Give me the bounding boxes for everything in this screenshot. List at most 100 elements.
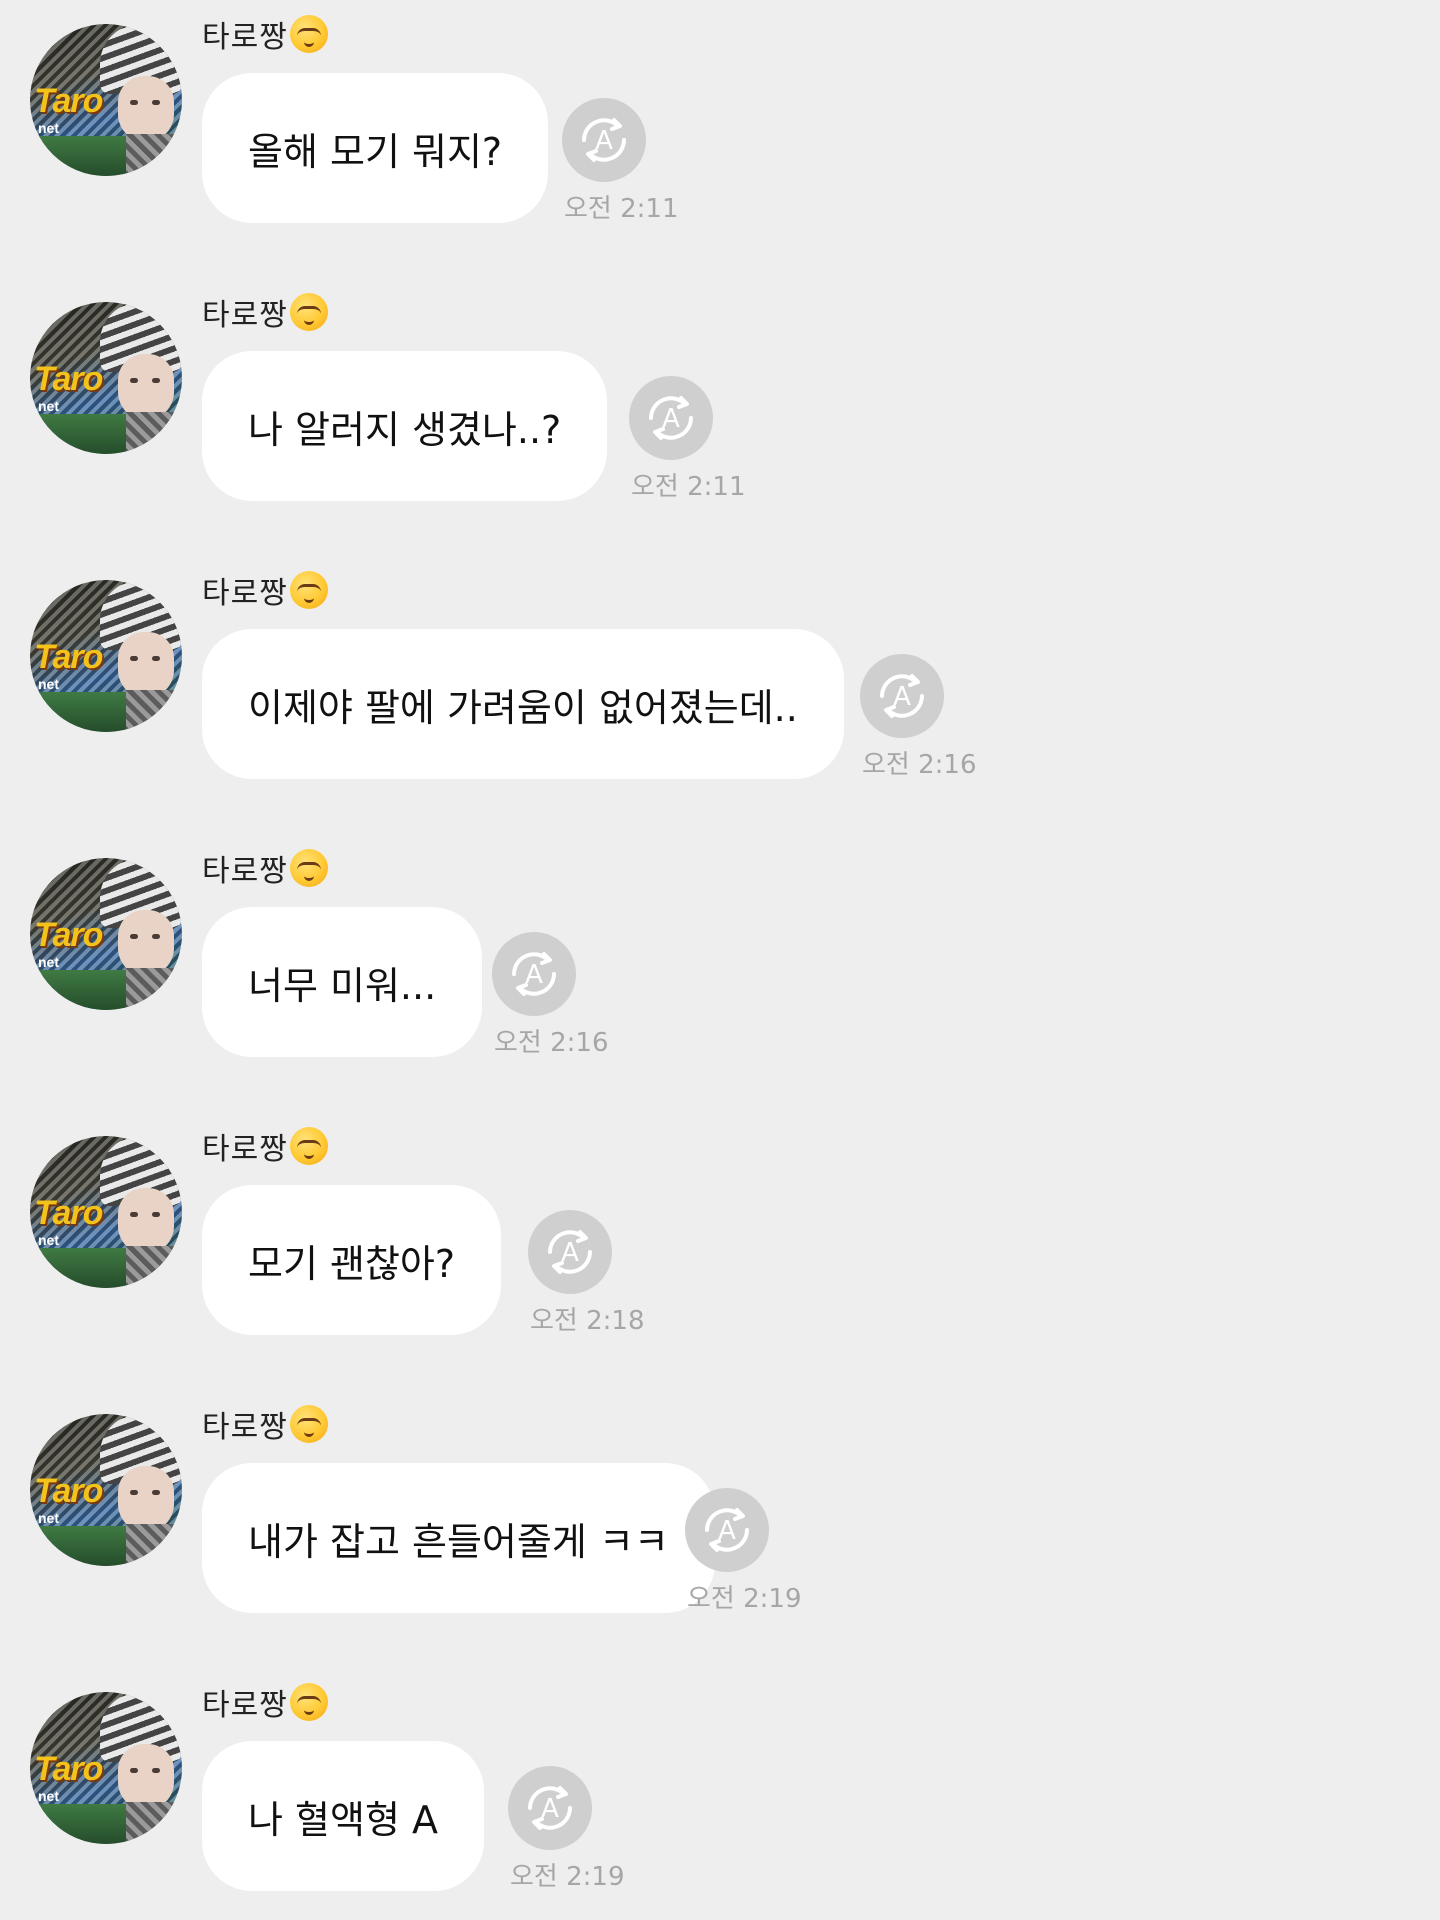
sender-name[interactable]: 타로짱 <box>202 290 328 334</box>
message-bubble[interactable]: 나 혈액형 A <box>202 1741 484 1891</box>
message-text: 이제야 팔에 가려움이 없어졌는데.. <box>248 685 798 730</box>
avatar-scarf <box>126 968 182 1010</box>
avatar-poster <box>30 970 126 1010</box>
message-text: 내가 잡고 흔들어줄게 ㅋㅋ <box>248 1519 669 1564</box>
avatar-face <box>118 910 174 976</box>
message-bubble[interactable]: 나 알러지 생겼나..? <box>202 351 608 501</box>
message-time: 오전 2:19 <box>510 1862 625 1892</box>
avatar-logo-sub: net <box>38 120 59 136</box>
sender-name-text: 타로짱 <box>202 854 288 889</box>
avatar-face <box>118 354 174 420</box>
avatar[interactable]: Taro net <box>30 1136 182 1288</box>
avatar-logo: Taro <box>34 82 103 120</box>
message-time: 오전 2:11 <box>631 472 746 502</box>
sender-name[interactable]: 타로짱 <box>202 1124 328 1168</box>
avatar-face <box>118 1466 174 1532</box>
smirking-face-icon <box>289 1683 328 1721</box>
auto-translate-letter: A <box>595 126 613 156</box>
auto-translate-letter: A <box>541 1794 559 1824</box>
smirking-face-icon <box>289 849 328 887</box>
message-meta: A 오전 2:18 <box>528 1210 645 1340</box>
message-text: 올해 모기 뭐지? <box>248 129 503 174</box>
auto-translate-icon[interactable]: A <box>562 98 646 182</box>
avatar-face <box>118 632 174 698</box>
message-text: 나 혈액형 A <box>248 1797 438 1842</box>
smirking-face-icon <box>289 1405 328 1443</box>
smirking-face-icon <box>289 15 328 53</box>
message-time: 오전 2:18 <box>530 1306 645 1336</box>
message-meta: A 오전 2:11 <box>562 98 679 228</box>
message-text: 너무 미워... <box>248 963 437 1008</box>
message-text: 모기 괜찮아? <box>248 1241 456 1286</box>
sender-name-text: 타로짱 <box>202 576 288 611</box>
message-bubble[interactable]: 모기 괜찮아? <box>202 1185 502 1335</box>
auto-translate-letter: A <box>561 1238 579 1268</box>
avatar[interactable]: Taro net <box>30 580 182 732</box>
auto-translate-icon[interactable]: A <box>492 932 576 1016</box>
auto-translate-icon[interactable]: A <box>508 1766 592 1850</box>
avatar-face <box>118 1744 174 1810</box>
message-bubble[interactable]: 내가 잡고 흔들어줄게 ㅋㅋ <box>202 1463 715 1613</box>
avatar-logo: Taro <box>34 638 103 676</box>
message-bubble[interactable]: 이제야 팔에 가려움이 없어졌는데.. <box>202 629 844 779</box>
avatar[interactable]: Taro net <box>30 302 182 454</box>
sender-name-text: 타로짱 <box>202 20 288 55</box>
sender-name[interactable]: 타로짱 <box>202 568 328 612</box>
message-time: 오전 2:16 <box>862 750 977 780</box>
sender-name[interactable]: 타로짱 <box>202 846 328 890</box>
smirking-face-icon <box>289 1127 328 1165</box>
sender-name-text: 타로짱 <box>202 1132 288 1167</box>
message-meta: A 오전 2:16 <box>492 932 609 1062</box>
sender-name[interactable]: 타로짱 <box>202 12 328 56</box>
message-meta: A 오전 2:11 <box>629 376 746 506</box>
avatar-scarf <box>126 134 182 176</box>
sender-name[interactable]: 타로짱 <box>202 1680 328 1724</box>
auto-translate-letter: A <box>718 1516 736 1546</box>
message-row: Taro net 타로짱 나 혈액형 A A 오전 2:19 <box>0 1668 1440 1898</box>
avatar-logo: Taro <box>34 916 103 954</box>
message-meta: A 오전 2:19 <box>685 1488 802 1618</box>
sender-name[interactable]: 타로짱 <box>202 1402 328 1446</box>
auto-translate-icon[interactable]: A <box>685 1488 769 1572</box>
smirking-face-icon <box>289 293 328 331</box>
avatar-poster <box>30 1804 126 1844</box>
avatar-logo-sub: net <box>38 954 59 970</box>
avatar-scarf <box>126 1802 182 1844</box>
sender-name-text: 타로짱 <box>202 1410 288 1445</box>
auto-translate-icon[interactable]: A <box>528 1210 612 1294</box>
smirking-face-icon <box>289 571 328 609</box>
avatar-poster <box>30 136 126 176</box>
message-bubble[interactable]: 너무 미워... <box>202 907 483 1057</box>
avatar[interactable]: Taro net <box>30 1692 182 1844</box>
avatar-logo: Taro <box>34 1194 103 1232</box>
avatar-logo: Taro <box>34 360 103 398</box>
message-time: 오전 2:11 <box>564 194 679 224</box>
message-meta: A 오전 2:16 <box>860 654 977 784</box>
auto-translate-letter: A <box>662 404 680 434</box>
avatar-scarf <box>126 1246 182 1288</box>
message-row: Taro net 타로짱 이제야 팔에 가려움이 없어졌는데.. A 오전 2:… <box>0 556 1440 786</box>
auto-translate-icon[interactable]: A <box>629 376 713 460</box>
message-time: 오전 2:19 <box>687 1584 802 1614</box>
avatar[interactable]: Taro net <box>30 1414 182 1566</box>
message-text: 나 알러지 생겼나..? <box>248 407 562 452</box>
auto-translate-icon[interactable]: A <box>860 654 944 738</box>
avatar-poster <box>30 692 126 732</box>
sender-name-text: 타로짱 <box>202 1688 288 1723</box>
message-row: Taro net 타로짱 모기 괜찮아? A 오전 2:18 <box>0 1112 1440 1342</box>
avatar[interactable]: Taro net <box>30 24 182 176</box>
avatar[interactable]: Taro net <box>30 858 182 1010</box>
auto-translate-letter: A <box>893 682 911 712</box>
avatar-scarf <box>126 690 182 732</box>
message-bubble[interactable]: 올해 모기 뭐지? <box>202 73 549 223</box>
avatar-face <box>118 76 174 142</box>
avatar-logo: Taro <box>34 1472 103 1510</box>
avatar-logo: Taro <box>34 1750 103 1788</box>
message-row: Taro net 타로짱 너무 미워... A 오전 2:16 <box>0 834 1440 1064</box>
message-row: Taro net 타로짱 내가 잡고 흔들어줄게 ㅋㅋ A 오전 2:19 <box>0 1390 1440 1620</box>
avatar-logo-sub: net <box>38 398 59 414</box>
avatar-logo-sub: net <box>38 1510 59 1526</box>
avatar-poster <box>30 414 126 454</box>
auto-translate-letter: A <box>525 960 543 990</box>
avatar-face <box>118 1188 174 1254</box>
